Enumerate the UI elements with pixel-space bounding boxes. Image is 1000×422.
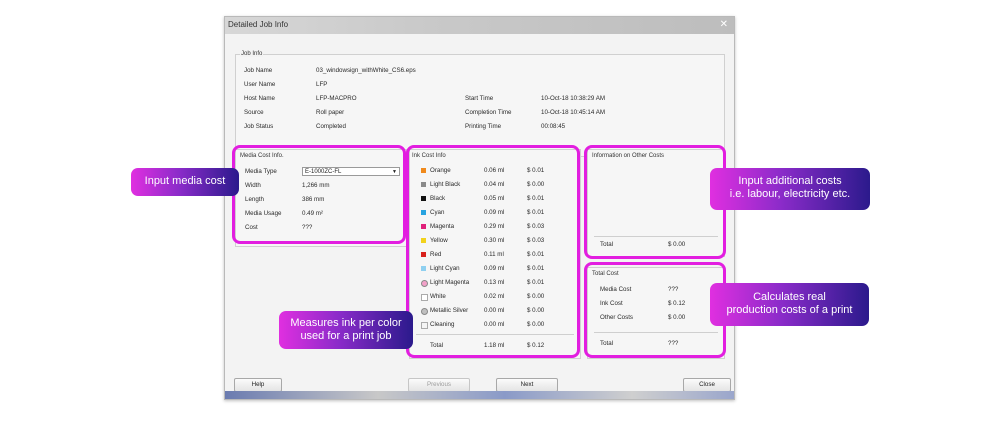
previous-button[interactable]: Previous xyxy=(408,378,470,392)
job-info-group: Job Info Job Name 03_windowsign_withWhit… xyxy=(235,51,725,157)
ink-cost-highlight xyxy=(406,145,580,358)
completion-time-label: Completion Time xyxy=(465,109,512,116)
host-name-value: LFP-MACPRO xyxy=(316,95,357,102)
printing-time-value: 00:08:45 xyxy=(541,123,566,130)
start-time-value: 10-Oct-18 10:38:29 AM xyxy=(541,95,605,102)
callout-media-text: Input media cost xyxy=(144,175,226,187)
host-name-label: Host Name xyxy=(244,95,275,102)
callout-total-line1: Calculates real xyxy=(753,291,826,303)
total-cost-highlight xyxy=(584,262,726,358)
job-status-label: Job Status xyxy=(244,123,274,130)
job-name-label: Job Name xyxy=(244,67,273,74)
source-label: Source xyxy=(244,109,264,116)
window-title: Detailed Job Info xyxy=(228,20,289,29)
close-button[interactable]: Close xyxy=(683,378,731,392)
job-info-title: Job Info xyxy=(240,51,264,57)
callout-ink-measure: Measures ink per color used for a print … xyxy=(279,311,413,349)
other-costs-highlight xyxy=(584,145,726,259)
job-name-value: 03_windowsign_withWhite_CS6.eps xyxy=(316,67,416,74)
job-status-value: Completed xyxy=(316,123,346,130)
source-value: Roll paper xyxy=(316,109,345,116)
callout-total-line2: production costs of a print xyxy=(726,304,853,316)
callout-ink-line1: Measures ink per color xyxy=(290,317,402,329)
next-button[interactable]: Next xyxy=(496,378,558,392)
start-time-label: Start Time xyxy=(465,95,494,102)
callout-media-cost: Input media cost xyxy=(131,168,239,196)
callout-ink-line2: used for a print job xyxy=(300,330,392,342)
media-cost-highlight xyxy=(232,145,406,244)
user-name-label: User Name xyxy=(244,81,276,88)
user-name-value: LFP xyxy=(316,81,328,88)
printing-time-label: Printing Time xyxy=(465,123,502,130)
callout-other-line2: i.e. labour, electricity etc. xyxy=(729,188,851,200)
callout-total-cost: Calculates real production costs of a pr… xyxy=(710,283,869,326)
close-icon[interactable]: ✕ xyxy=(720,19,728,30)
callout-other-costs: Input additional costs i.e. labour, elec… xyxy=(710,168,870,210)
background-taskbar-strip xyxy=(225,391,734,399)
completion-time-value: 10-Oct-18 10:45:14 AM xyxy=(541,109,605,116)
title-bar[interactable]: Detailed Job Info ✕ xyxy=(225,17,734,34)
help-button[interactable]: Help xyxy=(234,378,282,392)
callout-other-line1: Input additional costs xyxy=(738,175,842,187)
